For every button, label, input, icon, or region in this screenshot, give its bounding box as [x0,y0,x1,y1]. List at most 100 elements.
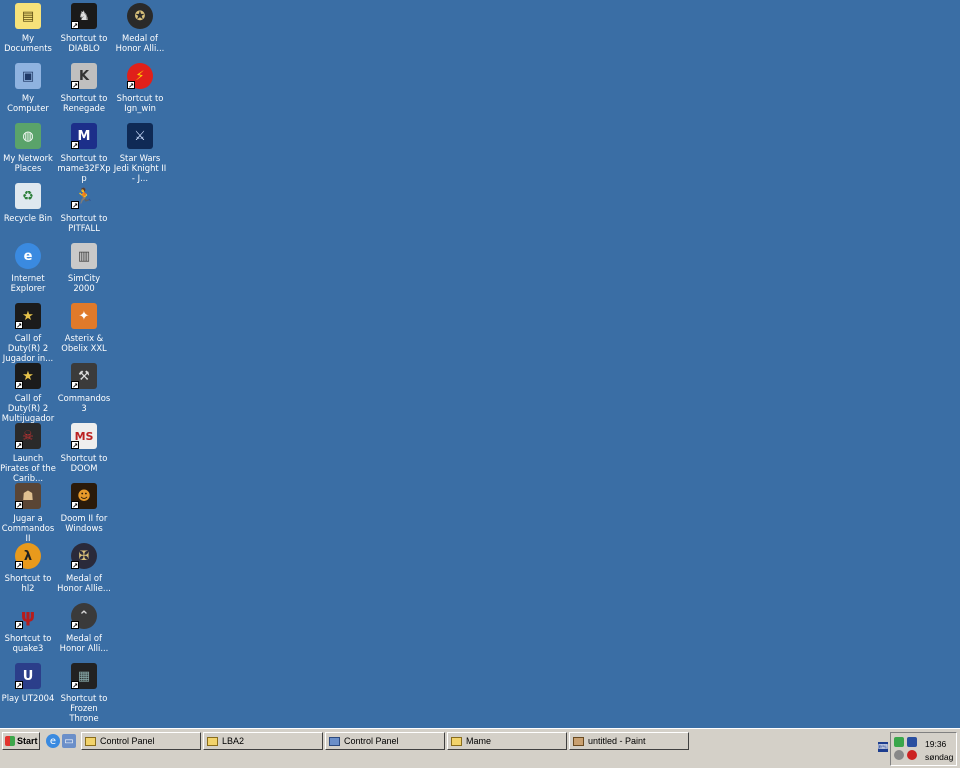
clock-day: søndag [925,752,954,762]
shortcut-arrow-icon: ↗ [71,441,79,450]
desktop-icon-label: Medal of Honor Allie... [57,573,111,593]
desktop-icon-label: Shortcut to Renegade [60,93,108,113]
task-mame[interactable]: Mame [447,732,567,750]
desktop-icon-label: Shortcut to mame32FXpp [57,153,111,183]
desktop-icon-mame[interactable]: M ↗ Shortcut to mame32FXpp [56,122,112,183]
desktop-icon-half-life[interactable]: λ ↗ Shortcut to hl2 [0,542,56,598]
desktop-icon-label: Call of Duty(R) 2 Jugador in... [2,333,54,363]
shortcut-arrow-icon: ↗ [15,321,23,330]
task-paint[interactable]: untitled - Paint [569,732,689,750]
start-button[interactable]: Start [2,732,40,750]
desktop-icon-commandos2[interactable]: ☗ ↗ Jugar a Commandos II [0,482,56,543]
asterix-icon: ✦ [71,303,97,329]
desktop-icon-label: SimCity 2000 [67,273,101,293]
medal-of-honor-3-icon: ⌃ ↗ [71,603,97,630]
desktop-icon-label: My Computer [7,93,49,113]
renegade-icon: K ↗ [71,63,97,90]
desktop-icon-label: Medal of Honor Alli... [115,33,165,53]
desktop-icon-label: My Network Places [3,153,53,173]
commandos2-icon: ☗ ↗ [15,483,41,510]
desktop-icon-quake[interactable]: ψ ↗ Shortcut to quake3 [0,602,56,658]
shortcut-arrow-icon: ↗ [71,21,79,30]
doom2-icon: ☻ ↗ [71,483,97,510]
desktop-icon-medal-of-honor-3[interactable]: ⌃ ↗ Medal of Honor Alli... [56,602,112,658]
desktop-icon-internet-explorer[interactable]: e Internet Explorer [0,242,56,298]
clock-time[interactable]: 19:36 [925,739,946,749]
desktop-icon-doom2[interactable]: ☻ ↗ Doom II for Windows [56,482,112,538]
keyboard-layout-icon[interactable]: ⌨ [878,742,888,752]
paint-icon [573,736,584,746]
desktop-icon-jedi-knight[interactable]: ⚔ Star Wars Jedi Knight II - J... [112,122,168,183]
tray-status-icon[interactable] [894,750,904,760]
shortcut-arrow-icon: ↗ [71,201,79,210]
desktop-icon-commandos[interactable]: ⚒ ↗ Commandos 3 [56,362,112,418]
task-control-panel-2[interactable]: Control Panel [325,732,445,750]
desktop-icon-asterix[interactable]: ✦ Asterix & Obelix XXL [56,302,112,358]
desktop-icon-label: Call of Duty(R) 2 Multijugador [1,393,55,423]
shortcut-arrow-icon: ↗ [71,381,79,390]
folder-icon [207,736,218,746]
desktop-icon-my-computer[interactable]: ▣ My Computer [0,62,56,118]
desktop-icon-medal-of-honor[interactable]: ✪ Medal of Honor Alli... [112,2,168,58]
shortcut-arrow-icon: ↗ [71,501,79,510]
desktop-icon-label: Jugar a Commandos II [1,513,55,543]
desktop-icon-network-places[interactable]: ◍ My Network Places [0,122,56,178]
desktop-icon-doom[interactable]: MS ↗ Shortcut to DOOM [56,422,112,478]
task-label: Control Panel [100,736,155,746]
desktop-icon-call-of-duty[interactable]: ★ ↗ Call of Duty(R) 2 Jugador in... [0,302,56,363]
desktop-icon-simcity[interactable]: ▥ SimCity 2000 [56,242,112,298]
shortcut-arrow-icon: ↗ [127,81,135,90]
desktop-icon-label: Shortcut to DOOM [60,453,108,473]
control-panel-icon [329,736,340,746]
medal-of-honor-2-icon: ✠ ↗ [71,543,97,570]
windows-logo-icon [5,736,15,746]
simcity-icon: ▥ [71,243,97,269]
desktop-icon-label: Shortcut to hl2 [4,573,52,593]
task-label: untitled - Paint [588,736,646,746]
shortcut-arrow-icon: ↗ [15,381,23,390]
internet-explorer-icon: e [15,243,41,269]
desktop-icon-frozen-throne[interactable]: ▦ ↗ Shortcut to Frozen Throne [56,662,112,723]
shortcut-arrow-icon: ↗ [15,561,23,570]
desktop-icon-medal-of-honor-2[interactable]: ✠ ↗ Medal of Honor Allie... [56,542,112,598]
desktop-icon-ut2004[interactable]: U ↗ Play UT2004 [0,662,56,718]
diablo-icon: ♞ ↗ [71,3,97,30]
my-documents-icon: ▤ [15,3,41,29]
shortcut-arrow-icon: ↗ [15,621,23,630]
tray-network-icon[interactable] [894,737,904,747]
desktop-icon-renegade[interactable]: K ↗ Shortcut to Renegade [56,62,112,118]
desktop-icon-call-of-duty-multi[interactable]: ★ ↗ Call of Duty(R) 2 Multijugador [0,362,56,423]
desktop-icon-label: My Documents [4,33,52,53]
desktop-icon-label: Recycle Bin [3,213,53,223]
shortcut-arrow-icon: ↗ [15,501,23,510]
desktop-icon-label: Shortcut to Frozen Throne [60,693,108,723]
desktop-icon-label: Launch Pirates of the Carib... [0,453,56,483]
mame-icon: M ↗ [71,123,97,150]
show-desktop-icon[interactable]: ▭ [62,734,76,748]
commandos-icon: ⚒ ↗ [71,363,97,390]
call-of-duty-multi-icon: ★ ↗ [15,363,41,390]
task-label: Mame [466,736,492,746]
network-places-icon: ◍ [15,123,41,149]
tray-flag-icon[interactable] [907,737,917,747]
my-computer-icon: ▣ [15,63,41,89]
taskbar: Start e ▭ Control Panel LBA2 Control Pan… [0,728,960,768]
desktop-icon-my-documents[interactable]: ▤ My Documents [0,2,56,58]
desktop-icon-label: Internet Explorer [10,273,46,293]
desktop-icon-label: Commandos 3 [57,393,111,413]
desktop-icon-ign-win[interactable]: ⚡ ↗ Shortcut to Ign_win [112,62,168,118]
desktop-icon-label: Doom II for Windows [60,513,108,533]
task-control-panel-1[interactable]: Control Panel [81,732,201,750]
shortcut-arrow-icon: ↗ [71,141,79,150]
ign-win-icon: ⚡ ↗ [127,63,153,90]
desktop-icon-pitfall[interactable]: 🏃 ↗ Shortcut to PITFALL [56,182,112,238]
desktop-icon-diablo[interactable]: ♞ ↗ Shortcut to DIABLO [56,2,112,58]
desktop-icon-recycle-bin[interactable]: ♻ Recycle Bin [0,182,56,238]
desktop-icon-pirates[interactable]: ☠ ↗ Launch Pirates of the Carib... [0,422,56,483]
half-life-icon: λ ↗ [15,543,41,570]
tray-antivirus-icon[interactable] [907,750,917,760]
task-lba2[interactable]: LBA2 [203,732,323,750]
ie-quicklaunch-icon[interactable]: e [46,734,60,748]
shortcut-arrow-icon: ↗ [15,441,23,450]
folder-icon [85,736,96,746]
